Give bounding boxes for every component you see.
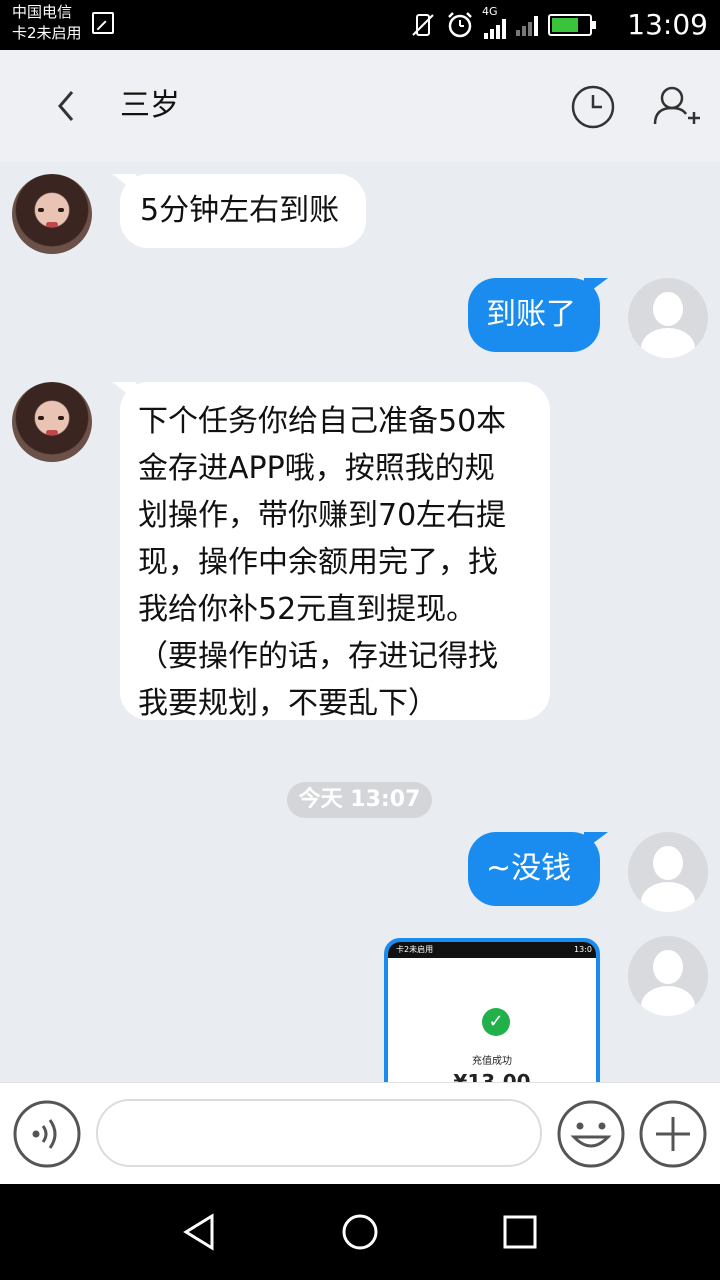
message-line: 现，操作中余额用完了，找 xyxy=(138,545,498,580)
message-line: 划操作，带你赚到70左右提 xyxy=(138,498,507,533)
history-clock-icon[interactable] xyxy=(570,84,616,130)
message-input[interactable] xyxy=(96,1099,542,1167)
message-text: ~没钱 xyxy=(486,851,572,886)
image-notification-icon xyxy=(92,12,114,34)
image-status-time: 13:0 xyxy=(574,945,592,954)
alarm-icon xyxy=(448,12,472,38)
voice-icon[interactable] xyxy=(12,1099,82,1169)
carrier-info: 中国电信 卡2未启用 xyxy=(12,2,82,44)
carrier-name: 中国电信 xyxy=(12,3,73,21)
chat-title: 三岁 xyxy=(120,88,180,123)
message-text: 到账了 xyxy=(486,297,576,332)
message-bubble-received[interactable]: 下个任务你给自己准备50本 金存进APP哦，按照我的规 划操作，带你赚到70左右… xyxy=(120,382,550,721)
time-divider: 今天 13:07 xyxy=(287,782,432,818)
sim-status: 卡2未启用 xyxy=(12,24,82,42)
nav-recent-apps-icon[interactable] xyxy=(500,1212,540,1252)
image-status-bar: 卡2未启用 13:0 xyxy=(388,942,596,958)
my-avatar[interactable] xyxy=(628,832,708,912)
recharge-success-label: 充值成功 xyxy=(472,1056,512,1067)
emoji-icon[interactable] xyxy=(556,1099,626,1169)
image-status-text: 卡2未启用 xyxy=(396,945,434,954)
input-bar xyxy=(0,1082,720,1184)
contact-avatar[interactable] xyxy=(12,174,92,254)
success-check-icon: ✓ xyxy=(482,1008,510,1036)
message-line: （要操作的话，存进记得找 xyxy=(138,639,498,674)
nav-back-icon[interactable] xyxy=(180,1212,220,1252)
status-icons: 4G xyxy=(410,5,596,42)
contact-avatar[interactable] xyxy=(12,382,92,462)
signal-strength-4g: 4G xyxy=(482,5,506,39)
vibrate-off-icon xyxy=(412,14,434,36)
chat-messages[interactable]: 5分钟左右到账 到账了 下个任务你给自己准备50本 金存进APP哦，按照我的规 … xyxy=(0,162,720,1082)
my-avatar[interactable] xyxy=(628,278,708,358)
chat-header: 三岁 xyxy=(0,50,720,162)
plus-icon[interactable] xyxy=(638,1099,708,1169)
message-line: 我给你补52元直到提现。 xyxy=(138,592,477,627)
image-message[interactable]: 卡2未启用 13:0 ✓ 充值成功 ¥13.00 xyxy=(384,938,600,1082)
system-nav-bar xyxy=(0,1184,720,1280)
status-bar: 中国电信 卡2未启用 4G 13:09 xyxy=(0,0,720,50)
network-type: 4G xyxy=(482,5,498,18)
message-bubble-sent[interactable]: ~没钱 xyxy=(468,832,600,906)
message-text: 5分钟左右到账 xyxy=(140,193,340,228)
message-bubble-sent[interactable]: 到账了 xyxy=(468,278,600,352)
signal-strength-sim2 xyxy=(516,14,538,36)
back-icon[interactable] xyxy=(50,86,84,126)
battery-icon xyxy=(548,14,596,36)
message-line: 下个任务你给自己准备50本 xyxy=(138,404,507,439)
message-line: 我要规划，不要乱下） xyxy=(138,686,438,721)
status-time: 13:09 xyxy=(627,8,708,41)
nav-home-icon[interactable] xyxy=(340,1212,380,1252)
message-bubble-received[interactable]: 5分钟左右到账 xyxy=(120,174,366,248)
my-avatar[interactable] xyxy=(628,936,708,1016)
add-friend-icon[interactable] xyxy=(652,84,702,130)
recharge-amount: ¥13.00 xyxy=(453,1070,531,1082)
message-line: 金存进APP哦，按照我的规 xyxy=(138,451,495,486)
